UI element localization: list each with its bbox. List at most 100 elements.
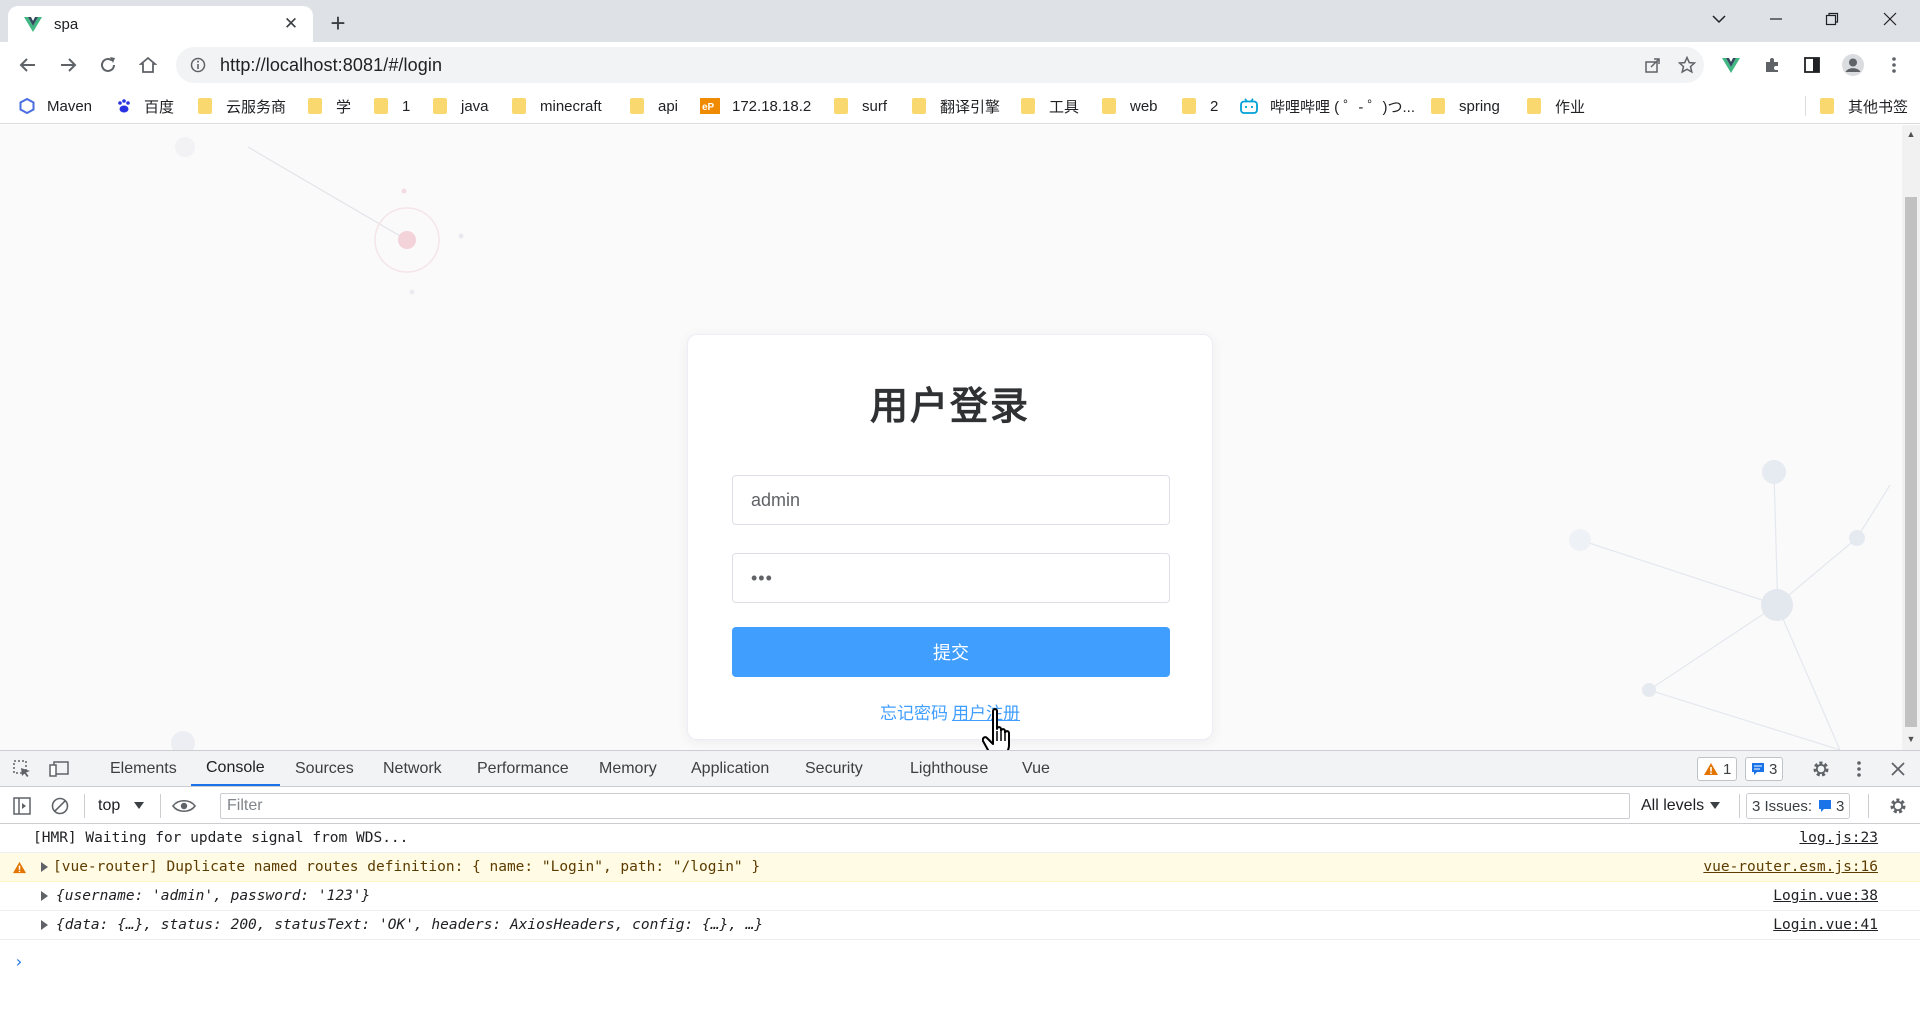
profile-avatar-icon[interactable] [1837,49,1869,81]
bookmark-folder[interactable]: 翻译引擎 [912,94,1000,118]
site-info-icon[interactable] [190,57,206,73]
browser-tab[interactable]: spa ✕ [8,6,313,42]
bookmark-folder[interactable]: minecraft [512,94,602,118]
bookmark-baidu[interactable]: 百度 [116,94,174,118]
restore-icon[interactable] [1810,0,1854,38]
settings-gear-icon[interactable] [1809,757,1833,781]
console-prompt-icon[interactable]: › [14,952,24,971]
forward-icon[interactable] [52,49,84,81]
tab-application[interactable]: Application [691,751,769,786]
folder-icon [1102,98,1116,114]
minimize-icon[interactable] [1754,0,1798,38]
back-icon[interactable] [12,49,44,81]
console-line-object: {data: {…}, status: 200, statusText: 'OK… [0,911,1920,940]
tab-close-icon[interactable]: ✕ [281,14,301,34]
bookmark-folder[interactable]: api [630,94,678,118]
browser-menu-icon[interactable] [1878,49,1910,81]
close-window-icon[interactable] [1868,0,1912,38]
tab-network[interactable]: Network [383,751,442,786]
folder-icon [912,98,926,114]
bookmark-folder[interactable]: 2 [1182,94,1218,118]
username-input[interactable]: admin [732,475,1170,525]
bookmark-star-icon[interactable] [1670,48,1704,82]
toolbar-divider [1739,794,1740,818]
new-tab-icon[interactable]: + [324,8,352,38]
address-bar[interactable]: http://localhost:8081/#/login [176,47,1704,83]
console-source-link[interactable]: vue-router.esm.js:16 [1703,859,1878,875]
toolbar-divider [84,794,85,818]
tab-lighthouse[interactable]: Lighthouse [910,751,988,786]
bookmark-maven[interactable]: Maven [19,94,92,118]
bookmark-folder[interactable]: spring [1431,94,1500,118]
side-panel-icon[interactable] [1796,49,1828,81]
tab-search-icon[interactable] [1697,0,1741,38]
password-input[interactable]: ••• [732,553,1170,603]
tab-vue[interactable]: Vue [1022,751,1050,786]
console-settings-gear-icon[interactable] [1886,794,1910,818]
issues-button[interactable]: 3 Issues: 3 [1746,793,1851,819]
tab-strip: spa ✕ + [0,0,1920,42]
folder-icon [1182,98,1196,114]
url-text[interactable]: http://localhost:8081/#/login [220,55,1636,76]
console-sidebar-icon[interactable] [10,794,34,818]
scrollbar-thumb[interactable] [1905,197,1917,727]
submit-button[interactable]: 提交 [732,627,1170,677]
devtools-panel: Elements Console Sources Network Perform… [0,750,1920,1032]
expand-triangle-icon[interactable] [41,920,48,930]
folder-icon [630,98,644,114]
console-filter-input[interactable]: Filter [220,793,1630,819]
tab-title: spa [54,15,79,33]
log-levels-dropdown[interactable]: All levels [1641,793,1721,819]
tab-sources[interactable]: Sources [295,751,354,786]
console-source-link[interactable]: Login.vue:41 [1773,917,1878,933]
warnings-badge[interactable]: 1 [1697,757,1738,781]
scroll-down-icon[interactable]: ▼ [1906,734,1916,744]
console-source-link[interactable]: Login.vue:38 [1773,888,1878,904]
bookmark-folder[interactable]: java [433,94,489,118]
bookmark-folder[interactable]: 云服务商 [198,94,286,118]
close-devtools-icon[interactable] [1886,757,1910,781]
bookmark-ep[interactable]: eP 172.18.18.2 [700,94,811,118]
warning-icon [1704,763,1718,775]
folder-icon [512,98,526,114]
console-source-link[interactable]: log.js:23 [1799,830,1878,846]
vue-devtools-extension-icon[interactable] [1715,49,1747,81]
expand-triangle-icon[interactable] [41,891,48,901]
devtools-menu-icon[interactable] [1847,757,1871,781]
inspect-element-icon[interactable] [10,757,34,781]
dropdown-caret-icon [134,802,145,809]
clear-console-icon[interactable] [48,794,72,818]
message-icon [1752,763,1764,775]
context-selector[interactable]: top [98,793,145,819]
vue-logo-icon [24,17,42,32]
bookmark-folder[interactable]: 作业 [1527,94,1585,118]
device-toolbar-icon[interactable] [48,757,72,781]
tab-performance[interactable]: Performance [477,751,569,786]
bookmark-folder[interactable]: 工具 [1021,94,1079,118]
warning-icon [13,861,26,873]
reload-icon[interactable] [92,49,124,81]
bookmark-folder[interactable]: surf [834,94,887,118]
expand-triangle-icon[interactable] [41,862,48,872]
bookmark-folder[interactable]: 1 [374,94,410,118]
scroll-up-icon[interactable]: ▲ [1906,129,1916,139]
messages-badge[interactable]: 3 [1745,757,1784,781]
live-expression-eye-icon[interactable] [172,794,196,818]
bookmark-bilibili[interactable]: 哔哩哔哩 ( ゜- ゜)つ... [1240,94,1415,118]
folder-icon [308,98,322,114]
folder-icon [1820,98,1834,114]
page-scrollbar[interactable]: ▲ ▼ [1902,125,1920,750]
home-icon[interactable] [132,49,164,81]
forgot-password-link[interactable]: 忘记密码 [880,704,948,723]
share-icon[interactable] [1636,48,1670,82]
ep-icon: eP [700,98,720,114]
tab-memory[interactable]: Memory [599,751,657,786]
extensions-puzzle-icon[interactable] [1756,49,1788,81]
tab-elements[interactable]: Elements [110,751,177,786]
tab-console[interactable]: Console [191,751,280,786]
other-bookmarks[interactable]: 其他书签 [1820,94,1908,118]
bookmark-folder[interactable]: 学 [308,94,351,118]
tab-security[interactable]: Security [805,751,863,786]
message-icon [1819,800,1832,812]
bookmark-folder[interactable]: web [1102,94,1158,118]
